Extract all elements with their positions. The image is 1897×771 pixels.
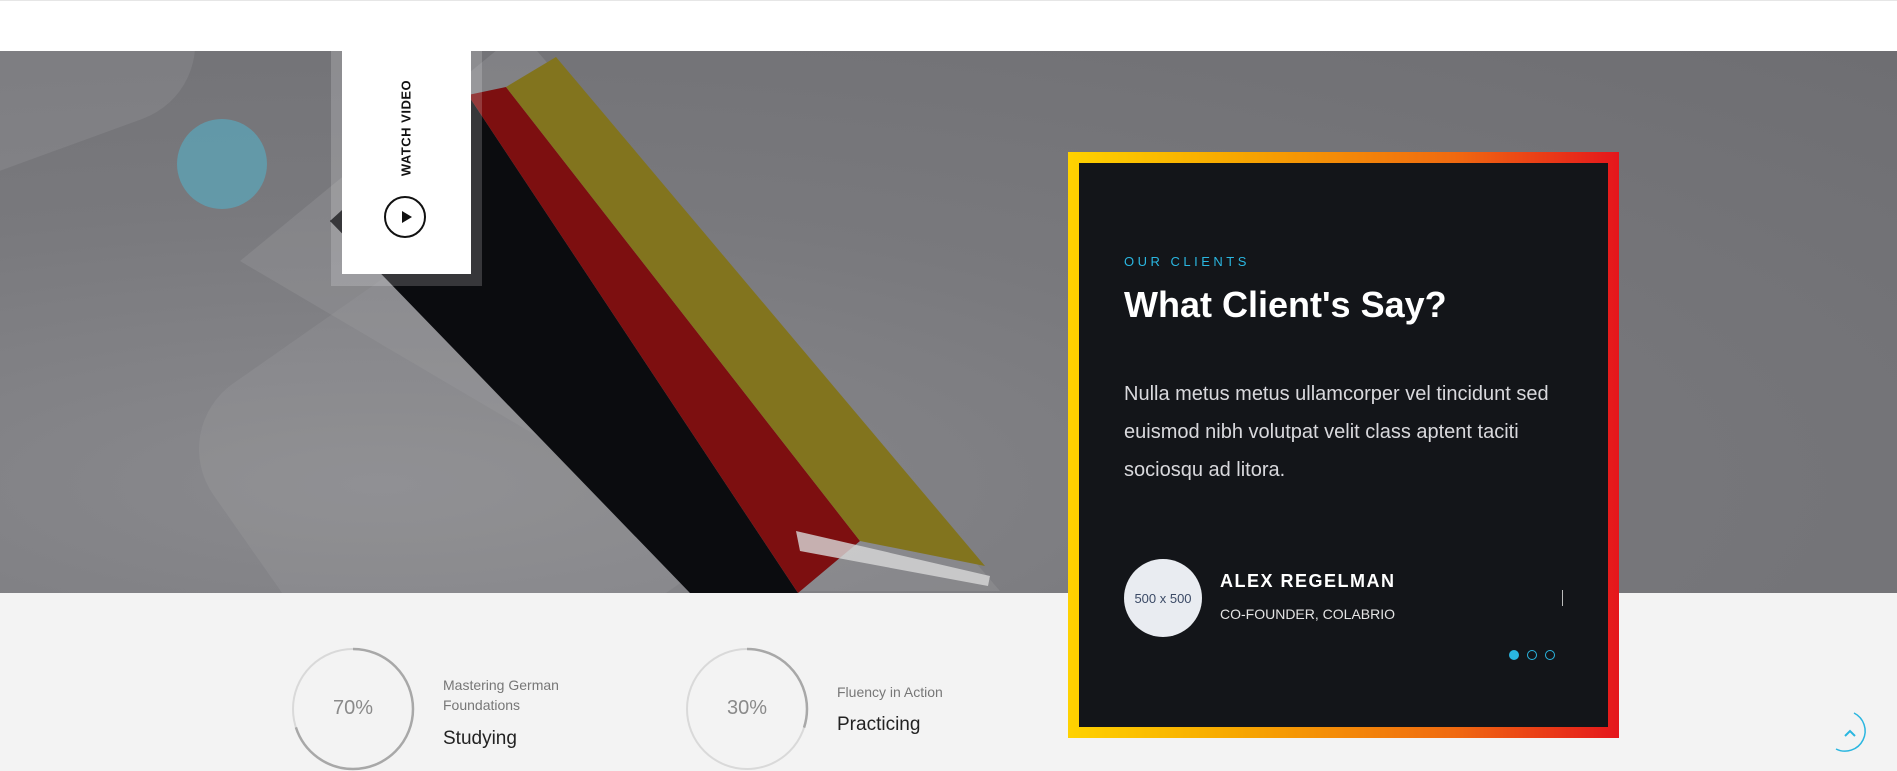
- section-title: What Client's Say?: [1124, 284, 1447, 325]
- play-button[interactable]: [384, 196, 426, 238]
- progress-subtitle-practicing: Fluency in Action: [837, 684, 943, 700]
- progress-title-studying: Studying: [443, 728, 517, 749]
- slider-dot-1[interactable]: [1509, 650, 1519, 660]
- top-header-bar: [0, 0, 1897, 52]
- slider-dot-2[interactable]: [1527, 650, 1537, 660]
- watch-video-label[interactable]: WATCH VIDEO: [399, 80, 414, 176]
- progress-subtitle-studying: Mastering German Foundations: [443, 677, 559, 713]
- testimonial-text: Nulla metus metus ullamcorper vel tincid…: [1124, 383, 1549, 481]
- scroll-to-top-button[interactable]: [1832, 709, 1868, 757]
- author-role: CO-FOUNDER, COLABRIO: [1220, 606, 1396, 622]
- author-name: ALEX REGELMAN: [1220, 571, 1396, 591]
- progress-value-studying: 70%: [332, 697, 374, 719]
- slider-pagination: [1509, 650, 1555, 660]
- decorative-circle: [177, 119, 267, 209]
- progress-title-practicing: Practicing: [837, 714, 921, 735]
- chevron-up-icon: [1844, 729, 1856, 737]
- play-icon: [401, 211, 412, 223]
- section-eyebrow: OUR CLIENTS: [1124, 254, 1250, 269]
- avatar: 500 x 500: [1124, 559, 1202, 637]
- slider-dot-3[interactable]: [1545, 650, 1555, 660]
- progress-value-practicing: 30%: [726, 697, 768, 719]
- divider: [1562, 590, 1563, 606]
